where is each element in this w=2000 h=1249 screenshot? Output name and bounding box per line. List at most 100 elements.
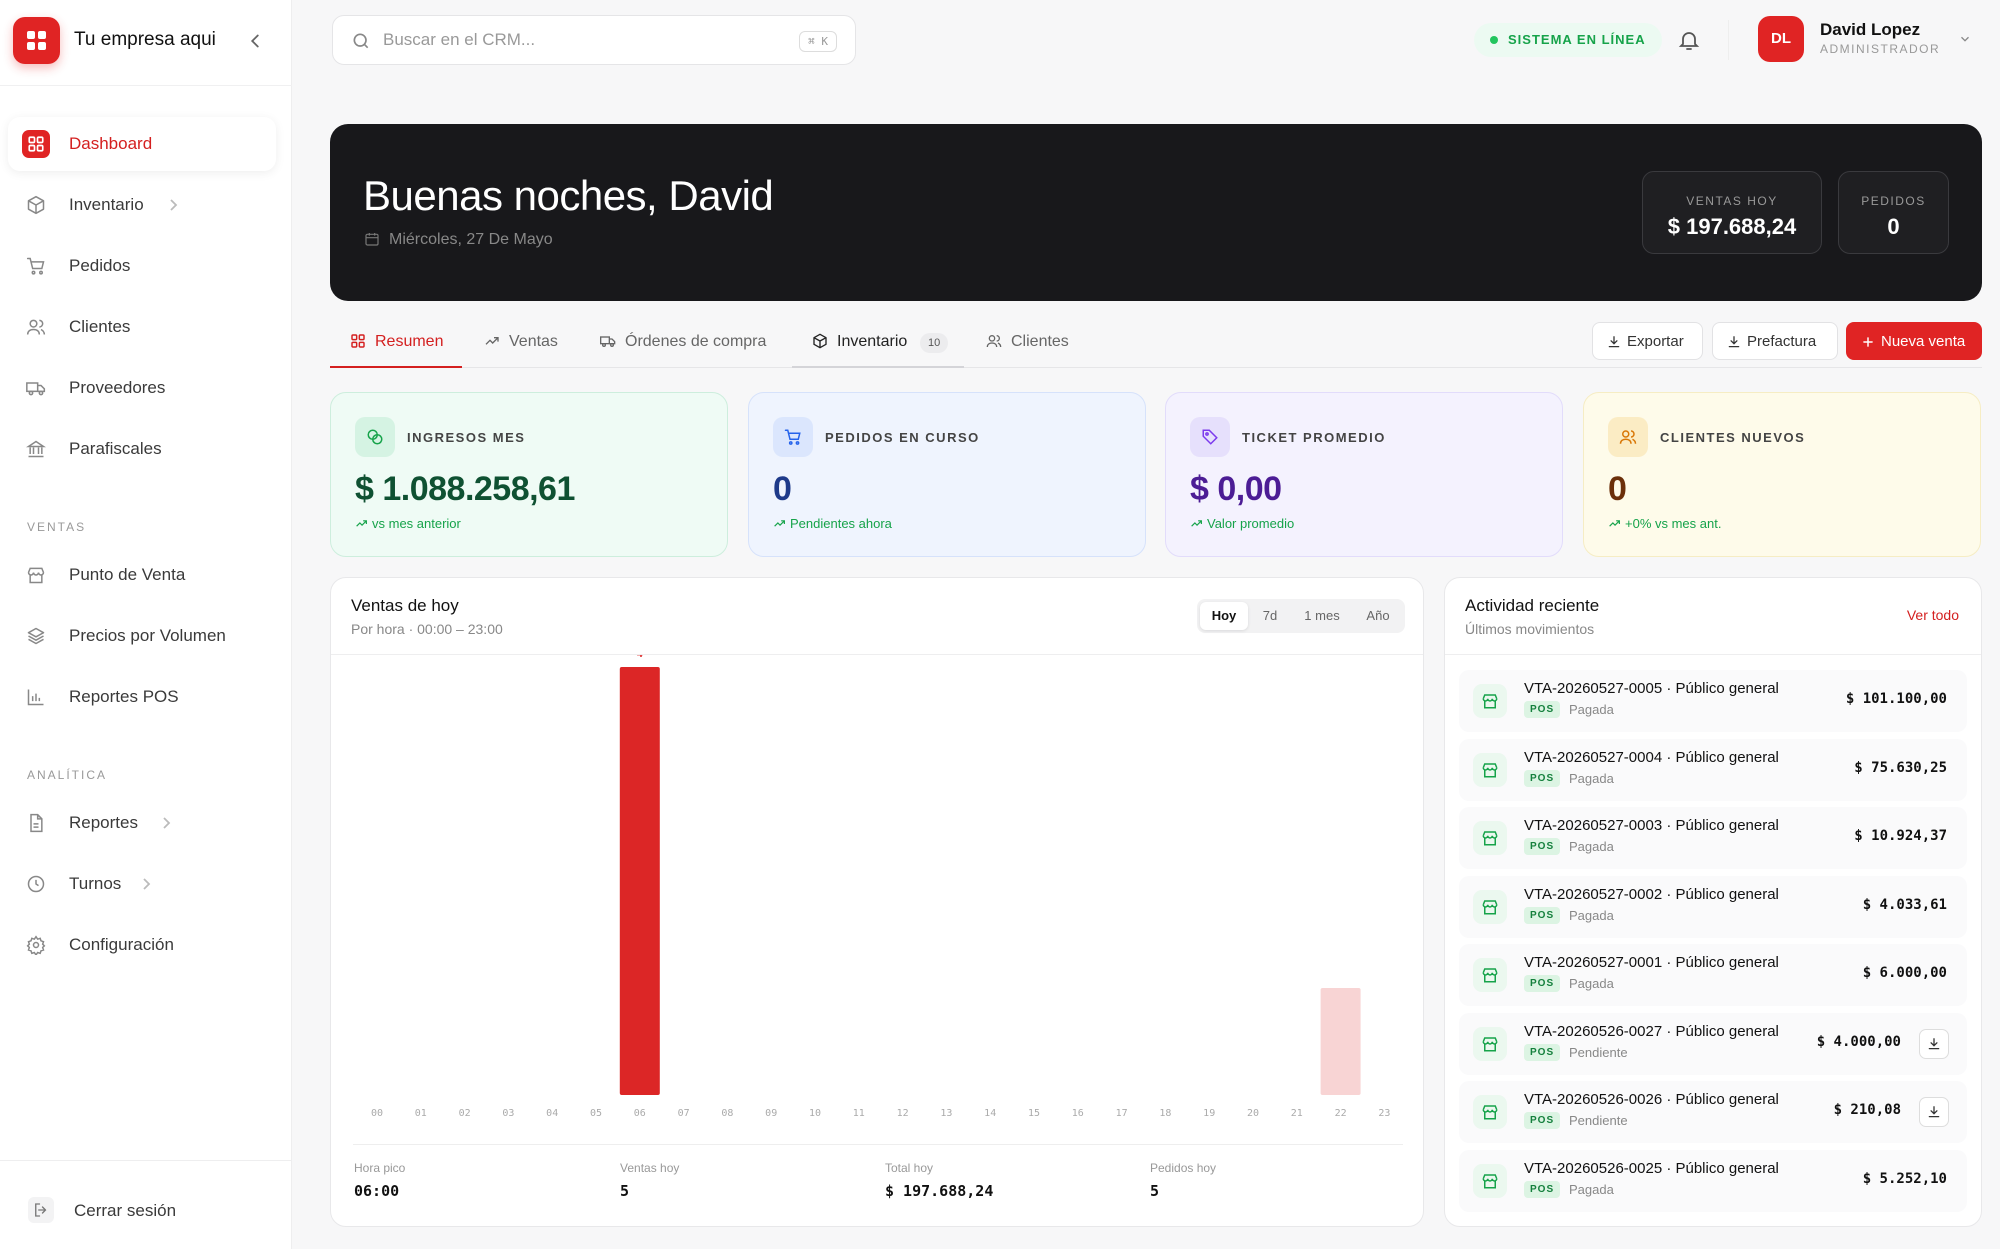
activity-row[interactable]: VTA-20260527-0004 · Público general POS Pa…: [1459, 738, 1967, 801]
kpi-card-ingresos-mes: INGRESOS MES $ 1.088.258,61 vs mes anter…: [330, 392, 728, 557]
activity-amount: $ 4.000,00: [1816, 1033, 1901, 1050]
kpi-trend: Valor promedio: [1190, 516, 1294, 531]
tab-inventario[interactable]: Inventario 10: [792, 330, 964, 368]
sidebar-item-parafiscales[interactable]: Parafiscales: [8, 422, 276, 476]
brand-header: Tu empresa aqui: [0, 0, 292, 86]
x-tick-label: 11: [853, 1108, 865, 1119]
tab-ventas[interactable]: Ventas: [484, 330, 584, 368]
tab-label: Órdenes de compra: [625, 333, 767, 350]
sidebar-item-reportes[interactable]: Reportes: [8, 796, 276, 850]
store-icon: [1473, 684, 1507, 718]
sidebar-item-label: Precios por Volumen: [69, 626, 226, 645]
download-icon: [1727, 335, 1741, 349]
sidebar-item-pedidos[interactable]: Pedidos: [8, 239, 276, 293]
bell-icon[interactable]: [1677, 28, 1701, 52]
sidebar-item-dashboard[interactable]: Dashboard: [8, 117, 276, 171]
sidebar-item-label: Punto de Venta: [69, 565, 186, 584]
activity-amount: $ 5.252,10: [1862, 1170, 1947, 1187]
download-icon[interactable]: [1919, 1097, 1949, 1127]
chart-bar-22[interactable]: [1320, 988, 1361, 1095]
activity-amount: $ 101.100,00: [1845, 691, 1947, 707]
trend-up-icon: [1191, 520, 1202, 527]
sidebar-item-inventario[interactable]: Inventario: [8, 178, 276, 232]
trend-up-icon: [1609, 520, 1620, 527]
tab-label: Ventas: [509, 333, 558, 350]
activity-row[interactable]: VTA-20260526-0027 · Público general POS Pe…: [1459, 1012, 1967, 1075]
activity-row[interactable]: VTA-20260527-0005 · Público general POS Pa…: [1459, 670, 1967, 732]
activity-row[interactable]: VTA-20260527-0001 · Público general POS Pa…: [1459, 944, 1967, 1006]
kpi-trend-label: Pendientes ahora: [790, 516, 892, 531]
activity-amount: $ 210,08: [1833, 1102, 1901, 1118]
x-tick-label: 20: [1247, 1108, 1259, 1119]
payment-status: Pagada: [1569, 976, 1614, 991]
sidebar-item-label: Configuración: [69, 935, 174, 954]
avatar[interactable]: DL: [1758, 16, 1804, 62]
sales-today-panel: Ventas de hoy Por hora · 00:00 – 23:00 H…: [330, 577, 1424, 1227]
sidebar-item-precios-por-volumen[interactable]: Precios por Volumen: [8, 609, 276, 663]
range-option-1-mes[interactable]: 1 mes: [1292, 602, 1352, 630]
stat-ventas-hoy: Ventas hoy 5: [620, 1161, 679, 1200]
sidebar-item-clientes[interactable]: Clientes: [8, 300, 276, 354]
stat-value: 5: [620, 1182, 630, 1200]
x-tick-label: 04: [546, 1108, 558, 1119]
activity-row[interactable]: VTA-20260526-0025 · Público general POS Pa…: [1459, 1149, 1967, 1212]
panel-title: Actividad reciente: [1465, 596, 1600, 615]
users-icon: [1608, 417, 1648, 457]
view-all-link[interactable]: Ver todo: [1907, 607, 1959, 623]
stat-value: 5: [1150, 1182, 1160, 1200]
x-tick-label: 12: [897, 1108, 909, 1119]
range-option-hoy[interactable]: Hoy: [1200, 602, 1248, 630]
activity-title: VTA-20260527-0002 · Público general: [1524, 885, 1779, 903]
store-icon: [1473, 752, 1507, 787]
hourly-sales-chart: 00 01 02 03 04 05 4 06 07 08 09 10 11 12 13 14 15 16 17 18 1…: [371, 655, 1390, 1119]
panel-title: Ventas de hoy: [351, 596, 459, 615]
tab-ordenes-de-compra[interactable]: Órdenes de compra: [600, 330, 780, 368]
range-option-7d[interactable]: 7d: [1250, 602, 1290, 630]
calendar-icon: [364, 231, 380, 247]
sidebar-item-reportes-pos[interactable]: Reportes POS: [8, 670, 276, 724]
x-tick-label: 15: [1028, 1108, 1040, 1119]
sidebar-item-turnos[interactable]: Turnos: [8, 857, 276, 911]
chevron-down-icon[interactable]: [1958, 32, 1972, 46]
new-sale-button[interactable]: Nueva venta: [1846, 322, 1982, 360]
prefactura-button[interactable]: Prefactura: [1712, 322, 1838, 360]
x-tick-label: 17: [1116, 1108, 1128, 1119]
trend-icon: [484, 333, 500, 349]
download-icon[interactable]: [1919, 1028, 1949, 1059]
file-icon: [26, 813, 46, 833]
export-button[interactable]: Exportar: [1592, 322, 1703, 360]
search-bar[interactable]: ⌘ K: [332, 15, 856, 65]
chart-bar-06[interactable]: [619, 667, 660, 1095]
sidebar-item-label: Dashboard: [69, 134, 153, 153]
user-name[interactable]: David Lopez: [1820, 20, 1920, 40]
download-icon: [1607, 335, 1621, 349]
sidebar-item-proveedores[interactable]: Proveedores: [8, 361, 276, 415]
tab-resumen[interactable]: Resumen: [330, 330, 462, 368]
activity-row[interactable]: VTA-20260527-0002 · Público general POS Pa…: [1459, 875, 1967, 938]
search-input[interactable]: [383, 26, 763, 54]
bank-icon: [26, 439, 46, 459]
range-option-ano[interactable]: Año: [1354, 602, 1402, 630]
grid-icon[interactable]: [13, 17, 60, 64]
sidebar-item-configuracion[interactable]: Configuración: [8, 918, 276, 972]
x-tick-label: 09: [765, 1108, 777, 1119]
chevron-left-icon[interactable]: [244, 30, 266, 52]
stat-value: 06:00: [354, 1182, 400, 1200]
sidebar-item-punto-de-venta[interactable]: Punto de Venta: [8, 548, 276, 602]
tab-clientes[interactable]: Clientes: [986, 330, 1086, 368]
activity-row[interactable]: VTA-20260527-0003 · Público general POS Pa…: [1459, 807, 1967, 869]
keyboard-shortcut-badge: ⌘ K: [799, 31, 837, 52]
activity-row[interactable]: VTA-20260526-0026 · Público general POS Pe…: [1459, 1081, 1967, 1143]
activity-title: VTA-20260527-0001 · Público general: [1524, 954, 1779, 971]
channel-badge: POS: [1524, 1043, 1561, 1061]
kpi-trend: vs mes anterior: [355, 516, 461, 531]
kpi-value: 0: [773, 470, 792, 508]
system-status-label: SISTEMA EN LÍNEA: [1508, 32, 1646, 47]
activity-title: VTA-20260526-0026 · Público general: [1524, 1091, 1779, 1108]
logout-button[interactable]: Cerrar sesión: [0, 1160, 292, 1249]
tab-label: Resumen: [375, 333, 444, 350]
channel-badge: POS: [1524, 906, 1561, 924]
sidebar-item-label: Pedidos: [69, 256, 131, 275]
logout-label: Cerrar sesión: [74, 1201, 177, 1220]
clock-icon: [26, 874, 46, 894]
